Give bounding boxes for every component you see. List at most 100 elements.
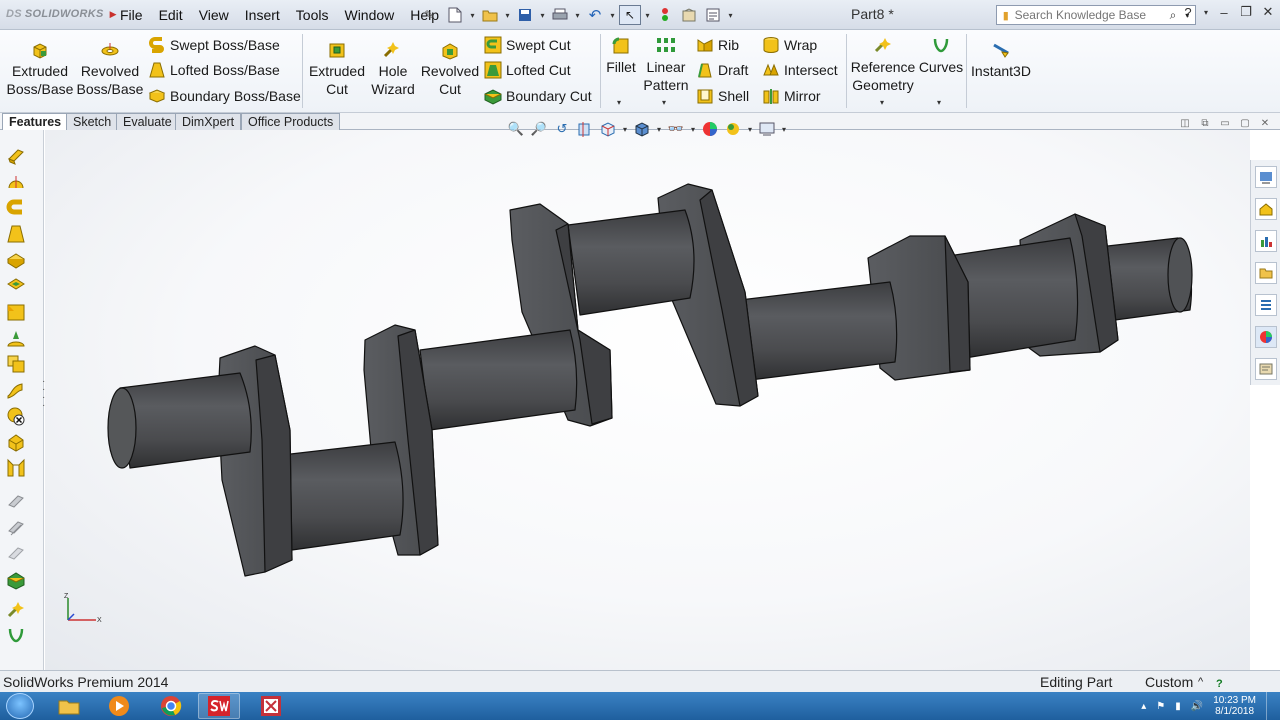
reference-geometry-dropdown-icon[interactable]: ▾ <box>880 98 884 107</box>
rebuild-icon[interactable] <box>654 5 676 25</box>
menu-tools[interactable]: Tools <box>288 0 337 30</box>
new-document-icon[interactable] <box>444 5 466 25</box>
view-orientation-icon[interactable] <box>598 119 618 139</box>
viewport-split-icon[interactable]: ◫ <box>1178 118 1192 130</box>
draft-button[interactable]: Draft <box>696 61 748 79</box>
restore-icon[interactable]: ❐ <box>1238 4 1254 20</box>
menu-window[interactable]: Window <box>336 0 402 30</box>
select-dropdown-icon[interactable]: ▾ <box>643 5 652 25</box>
intersect-button[interactable]: Intersect <box>762 61 838 79</box>
swept-boss-button[interactable]: Swept Boss/Base <box>148 36 280 54</box>
zoom-to-area-icon[interactable]: 🔎 <box>529 119 549 139</box>
viewport-restore-icon[interactable]: ⧉ <box>1198 118 1212 130</box>
view-settings-icon[interactable] <box>757 119 777 139</box>
extruded-cut-button[interactable]: Extruded Cut <box>306 40 368 98</box>
swept-cut-tool-icon[interactable] <box>6 328 26 348</box>
tab-features[interactable]: Features <box>2 113 69 130</box>
mirror-button[interactable]: Mirror <box>762 87 821 105</box>
menu-insert[interactable]: Insert <box>237 0 288 30</box>
system-clock[interactable]: 10:23 PM 8/1/2018 <box>1213 695 1256 717</box>
display-style-dropdown-icon[interactable]: ▾ <box>655 119 663 139</box>
file-properties-icon[interactable] <box>678 5 700 25</box>
folder-icon[interactable] <box>1255 262 1277 284</box>
file-explorer-icon[interactable] <box>1255 230 1277 252</box>
solidworks-taskbar-icon[interactable] <box>198 693 240 719</box>
revolved-cut-button[interactable]: Revolved Cut <box>420 40 480 98</box>
edit-appearance-icon[interactable] <box>700 119 720 139</box>
section-view-icon[interactable] <box>575 119 595 139</box>
boundary-cut-tool-icon[interactable] <box>6 380 26 400</box>
viewport-close-icon[interactable]: ✕ <box>1258 118 1272 130</box>
delete-face-tool-icon[interactable] <box>6 406 26 426</box>
save-dropdown-icon[interactable]: ▾ <box>538 5 547 25</box>
start-button[interactable] <box>6 693 34 719</box>
open-folder-icon[interactable] <box>479 5 501 25</box>
save-icon[interactable] <box>514 5 536 25</box>
help-icon[interactable]: ? <box>1180 5 1196 20</box>
tray-volume-icon[interactable]: 🔊 <box>1191 701 1203 712</box>
lofted-boss-button[interactable]: Lofted Boss/Base <box>148 61 280 79</box>
view-orientation-dropdown-icon[interactable]: ▾ <box>621 119 629 139</box>
hide-show-items-icon[interactable]: 👓 <box>666 119 686 139</box>
display-style-icon[interactable] <box>632 119 652 139</box>
revolve-boss-tool-icon[interactable] <box>6 172 26 192</box>
select-arrow-icon[interactable]: ↖ <box>619 5 641 25</box>
previous-view-icon[interactable]: ↺ <box>552 119 572 139</box>
apply-scene-icon[interactable] <box>723 119 743 139</box>
menu-file[interactable]: File <box>112 0 151 30</box>
revolved-cut-tool-icon[interactable] <box>6 302 26 322</box>
lofted-cut-tool-icon[interactable] <box>6 354 26 374</box>
tray-flag-icon[interactable]: ⚑ <box>1156 701 1165 712</box>
undo-icon[interactable]: ↶ <box>584 5 606 25</box>
viewport-minimize-icon[interactable]: ▭ <box>1218 118 1232 130</box>
viewport-maximize-icon[interactable]: ▢ <box>1238 118 1252 130</box>
tray-network-icon[interactable]: ▮ <box>1175 701 1181 712</box>
close-icon[interactable]: ✕ <box>1260 4 1276 20</box>
explorer-taskbar-icon[interactable] <box>48 693 90 719</box>
search-box[interactable]: ▮ ⌕ ▾ <box>996 5 1196 25</box>
appearances-icon[interactable] <box>1255 326 1277 348</box>
show-desktop-button[interactable] <box>1266 692 1276 720</box>
screen-recorder-taskbar-icon[interactable] <box>250 693 292 719</box>
fillet-button[interactable]: Fillet <box>604 36 638 76</box>
boundary-boss-button[interactable]: Boundary Boss/Base <box>148 87 301 105</box>
units-selector[interactable]: Custom <box>1145 671 1193 693</box>
wrap-button[interactable]: Wrap <box>762 36 817 54</box>
toolbar-grip[interactable]: · · · · <box>42 377 48 411</box>
tab-office-products[interactable]: Office Products <box>241 113 341 130</box>
open-dropdown-icon[interactable]: ▾ <box>503 5 512 25</box>
curves-dropdown-icon[interactable]: ▾ <box>937 98 941 107</box>
chamfer-tool-icon[interactable] <box>6 458 26 478</box>
reference-geometry-tool-icon[interactable] <box>6 600 26 620</box>
search-input[interactable] <box>1014 8 1170 22</box>
graphics-area[interactable] <box>45 130 1250 670</box>
hide-show-dropdown-icon[interactable]: ▾ <box>689 119 697 139</box>
extruded-cut-tool-icon[interactable] <box>6 276 26 296</box>
media-player-taskbar-icon[interactable] <box>98 693 140 719</box>
print-dropdown-icon[interactable]: ▾ <box>573 5 582 25</box>
options-icon[interactable] <box>702 5 724 25</box>
pattern-dropdown-icon[interactable]: ▾ <box>662 98 666 107</box>
lofted-cut-button[interactable]: Lofted Cut <box>484 61 571 79</box>
shell-button[interactable]: Shell <box>696 87 749 105</box>
help-dropdown-icon[interactable]: ▾ <box>1202 8 1210 17</box>
custom-properties-icon[interactable] <box>1255 358 1277 380</box>
fillet-tool-icon[interactable] <box>6 432 26 452</box>
undo-dropdown-icon[interactable]: ▾ <box>608 5 617 25</box>
menu-edit[interactable]: Edit <box>151 0 191 30</box>
solidworks-logo[interactable]: DS SOLIDWORKS ▶ <box>6 8 117 24</box>
design-library-icon[interactable] <box>1255 198 1277 220</box>
fillet-dropdown-icon[interactable]: ▾ <box>617 98 621 107</box>
view-settings-dropdown-icon[interactable]: ▾ <box>780 119 788 139</box>
quick-tips-icon[interactable]: ? <box>1216 673 1230 690</box>
combine-tool-icon[interactable] <box>6 544 26 564</box>
split-tool-icon[interactable] <box>6 518 26 538</box>
reference-geometry-button[interactable]: Reference Geometry <box>850 36 916 94</box>
new-dropdown-icon[interactable]: ▾ <box>468 5 477 25</box>
intersect-tool-icon[interactable] <box>6 570 26 590</box>
revolved-boss-button[interactable]: Revolved Boss/Base <box>76 40 144 98</box>
extrude-boss-tool-icon[interactable] <box>6 146 26 166</box>
tab-dimxpert[interactable]: DimXpert <box>175 113 242 130</box>
rib-button[interactable]: Rib <box>696 36 739 54</box>
units-dropdown-icon[interactable]: ^ <box>1198 671 1203 693</box>
